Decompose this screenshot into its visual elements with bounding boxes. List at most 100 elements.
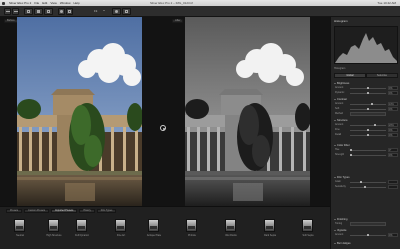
tab-history[interactable]: History bbox=[79, 209, 95, 213]
section-structure[interactable]: Structure bbox=[334, 118, 398, 122]
slider-track[interactable] bbox=[350, 150, 386, 151]
tab-film-types[interactable]: Film Types bbox=[96, 209, 117, 213]
split-view-button[interactable] bbox=[34, 8, 43, 15]
preset-label: High Structure bbox=[46, 234, 62, 237]
preset-thumbnail[interactable] bbox=[264, 219, 275, 232]
single-view-button[interactable] bbox=[24, 8, 33, 15]
chevron-down-icon[interactable] bbox=[103, 10, 105, 11]
slider-knob[interactable] bbox=[350, 149, 352, 151]
toning-select[interactable] bbox=[350, 222, 386, 226]
section-vignette[interactable]: Vignette bbox=[334, 228, 398, 232]
slider-label: Fine bbox=[335, 128, 340, 131]
preset-thumbnail[interactable] bbox=[186, 219, 197, 232]
tab-global[interactable]: Global bbox=[334, 73, 366, 78]
disclosure-triangle-icon bbox=[334, 82, 336, 84]
tab-imported-presets[interactable]: Imported Presets bbox=[51, 209, 78, 213]
value-field[interactable]: 0% bbox=[388, 86, 398, 90]
redo-button[interactable] bbox=[12, 8, 19, 15]
slider-track[interactable] bbox=[350, 155, 386, 156]
preset-thumbnail[interactable] bbox=[225, 219, 236, 232]
menu-file[interactable]: File bbox=[34, 1, 39, 5]
preset-label: Neutral bbox=[16, 234, 24, 237]
hand-tool-button[interactable] bbox=[58, 8, 65, 15]
slider-row: Amount 0% bbox=[334, 86, 398, 90]
preset-thumbnail[interactable] bbox=[14, 219, 25, 232]
slider-knob[interactable] bbox=[367, 134, 369, 136]
menu-help[interactable]: Help bbox=[73, 1, 79, 5]
slider-track[interactable] bbox=[350, 125, 386, 126]
slider-label: Detail bbox=[335, 133, 342, 136]
value-field[interactable]: 0% bbox=[388, 128, 398, 132]
zoom-tool-button[interactable] bbox=[66, 8, 73, 15]
after-image[interactable] bbox=[185, 17, 310, 206]
slider-knob[interactable] bbox=[367, 234, 369, 236]
preset-thumbnail[interactable] bbox=[115, 219, 126, 232]
image-viewer: Before After bbox=[0, 17, 330, 206]
section-title: Film Types bbox=[337, 175, 350, 179]
section-burn-edges[interactable]: Burn Edges bbox=[334, 241, 398, 245]
section-title: Color Filter bbox=[337, 143, 350, 147]
before-photo-graphic bbox=[17, 17, 142, 206]
section-title: Contrast bbox=[337, 97, 347, 101]
preset-thumbnail[interactable] bbox=[76, 219, 87, 232]
menu-window[interactable]: Window bbox=[60, 1, 71, 5]
preset-thumbnail[interactable] bbox=[48, 219, 59, 232]
section-color-filter[interactable]: Color Filter bbox=[334, 143, 398, 147]
value-field[interactable]: 0° bbox=[388, 148, 398, 152]
slider-knob[interactable] bbox=[367, 108, 369, 110]
slider-knob[interactable] bbox=[367, 92, 369, 94]
slider-row: Strength 0% bbox=[334, 153, 398, 157]
disclosure-triangle-icon bbox=[334, 218, 336, 220]
slider-track[interactable] bbox=[350, 187, 386, 188]
slider-knob[interactable] bbox=[367, 87, 369, 89]
section-contrast[interactable]: Contrast bbox=[334, 97, 398, 101]
background-color-button[interactable] bbox=[112, 8, 121, 15]
preset-label: Antique Plate bbox=[146, 234, 162, 237]
slider-knob[interactable] bbox=[374, 124, 376, 126]
method-select[interactable] bbox=[350, 112, 386, 116]
histogram-caption: Histogram bbox=[334, 67, 346, 70]
loupe-button[interactable] bbox=[122, 8, 131, 15]
slider-row: Amount 20% bbox=[334, 123, 398, 127]
slider-knob[interactable] bbox=[350, 154, 352, 156]
section-film-types[interactable]: Film Types bbox=[334, 175, 398, 179]
menu-edit[interactable]: Edit bbox=[42, 1, 47, 5]
section-finishing[interactable]: Finishing bbox=[334, 217, 398, 221]
tab-presets[interactable]: Presets bbox=[6, 209, 23, 213]
undo-button[interactable] bbox=[4, 8, 11, 15]
value-field[interactable]: 0% bbox=[388, 107, 398, 111]
slider-track[interactable] bbox=[350, 104, 386, 105]
value-field[interactable]: 0% bbox=[388, 133, 398, 137]
section-title: Structure bbox=[337, 118, 348, 122]
before-image[interactable] bbox=[17, 17, 142, 206]
slider-knob[interactable] bbox=[367, 129, 369, 131]
slider-row: Dynamic 0% bbox=[334, 91, 398, 95]
value-field[interactable]: 0% bbox=[388, 91, 398, 95]
value-field[interactable] bbox=[388, 185, 398, 189]
value-field[interactable] bbox=[388, 180, 398, 184]
value-field[interactable]: 10% bbox=[388, 102, 398, 106]
side-by-side-button[interactable] bbox=[44, 8, 53, 15]
slider-knob[interactable] bbox=[360, 181, 362, 183]
slider-track[interactable] bbox=[350, 182, 386, 183]
slider-row: Fine 0% bbox=[334, 128, 398, 132]
value-field[interactable]: 0% bbox=[388, 153, 398, 157]
menu-app[interactable]: Silver Efex Pro 2 bbox=[9, 1, 31, 5]
value-field[interactable]: 20% bbox=[388, 123, 398, 127]
tab-custom-presets[interactable]: Custom Presets bbox=[24, 209, 50, 213]
zoom-level[interactable]: Fit bbox=[94, 9, 97, 13]
menu-view[interactable]: View bbox=[50, 1, 56, 5]
slider-knob[interactable] bbox=[364, 186, 366, 188]
value-field[interactable]: 0% bbox=[388, 233, 398, 237]
disclosure-triangle-icon bbox=[334, 98, 336, 100]
tab-selective[interactable]: Selective bbox=[366, 73, 398, 78]
preset-thumbnail[interactable] bbox=[148, 219, 159, 232]
preset-thumbnail[interactable] bbox=[302, 219, 313, 232]
apple-icon[interactable] bbox=[2, 1, 5, 5]
slider-knob[interactable] bbox=[371, 103, 373, 105]
preset-filmstrip: Presets Custom Presets Imported Presets … bbox=[0, 206, 330, 249]
undo-arrow-icon bbox=[5, 11, 10, 12]
hand-tool-icon bbox=[60, 10, 63, 13]
divider-toggle-icon[interactable] bbox=[160, 125, 166, 131]
section-brightness[interactable]: Brightness bbox=[334, 81, 398, 85]
